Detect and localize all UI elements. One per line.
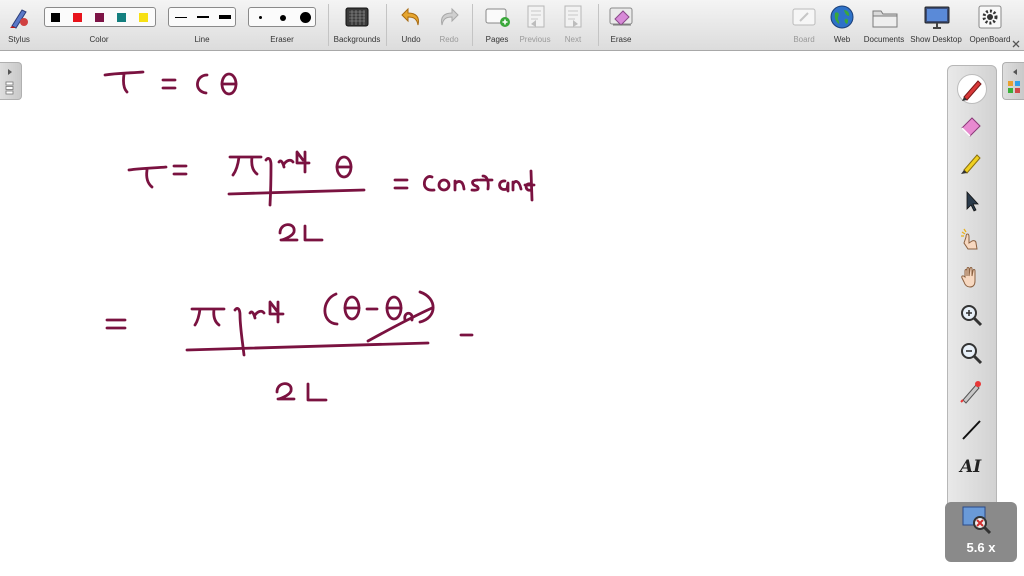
zoom-out-icon xyxy=(961,343,983,365)
zoom-in-icon xyxy=(961,305,983,327)
collapse-arrow-icon xyxy=(1013,69,1017,75)
laser-pointer-tool[interactable] xyxy=(957,377,987,407)
backgrounds-label: Backgrounds xyxy=(333,35,381,44)
main-toolbar: Stylus Color Line Eraser Backgrounds Und… xyxy=(0,0,1024,51)
erase-label: Erase xyxy=(610,35,632,44)
undo-icon xyxy=(401,7,419,26)
play-icon xyxy=(961,228,978,250)
folder-icon xyxy=(872,10,898,28)
line-medium[interactable] xyxy=(197,16,209,18)
capture-icon xyxy=(962,506,992,535)
eraser-size-box xyxy=(248,7,316,27)
zoom-level: 5.6 x xyxy=(966,540,996,555)
line-label: Line xyxy=(194,35,210,44)
color-swatch-red[interactable] xyxy=(73,13,82,22)
library-icon xyxy=(1008,81,1020,93)
show-desktop-label: Show Desktop xyxy=(910,35,962,44)
line-icon xyxy=(962,420,981,440)
play-tool[interactable] xyxy=(957,225,987,255)
redo-icon xyxy=(441,7,459,26)
selector-tool[interactable] xyxy=(957,187,987,217)
hand-tool[interactable] xyxy=(957,263,987,293)
globe-icon xyxy=(830,5,854,29)
undo-button[interactable]: Undo xyxy=(396,0,426,51)
pen-icon xyxy=(962,80,982,101)
stylus-button[interactable]: Stylus xyxy=(2,0,36,51)
monitor-icon xyxy=(924,6,950,29)
line-thin[interactable] xyxy=(175,17,187,18)
zoom-in-tool[interactable] xyxy=(957,301,987,331)
board-icon xyxy=(792,8,816,26)
pages-button[interactable]: Pages xyxy=(480,0,514,51)
eraser-small[interactable] xyxy=(259,16,262,19)
text-icon: AI xyxy=(960,457,982,477)
board-mode-button[interactable]: Board xyxy=(786,0,822,51)
eraser-size-selector[interactable]: Eraser xyxy=(248,0,316,51)
eraser-large[interactable] xyxy=(300,12,311,23)
hand-icon xyxy=(961,267,976,288)
zoom-indicator: 5.6 x xyxy=(945,502,1017,562)
left-panel-toggle[interactable] xyxy=(0,62,22,100)
marker-tool[interactable] xyxy=(957,149,987,179)
color-swatch-maroon[interactable] xyxy=(95,13,104,22)
color-swatch-box xyxy=(44,7,156,27)
color-swatch-yellow[interactable] xyxy=(139,13,148,22)
erase-button[interactable]: Erase xyxy=(604,0,638,51)
redo-button[interactable]: Redo xyxy=(434,0,464,51)
gear-icon xyxy=(978,5,1002,29)
backgrounds-icon xyxy=(345,7,369,27)
zoom-out-tool[interactable] xyxy=(957,339,987,369)
selector-icon xyxy=(966,190,979,212)
marker-icon xyxy=(961,154,981,174)
line-width-selector[interactable]: Line xyxy=(168,0,236,51)
documents-label: Documents xyxy=(863,35,905,44)
line-tool[interactable] xyxy=(957,415,987,445)
pen-tool[interactable] xyxy=(957,74,987,104)
color-selector[interactable]: Color xyxy=(44,0,156,51)
color-label: Color xyxy=(89,35,109,44)
stylus-label: Stylus xyxy=(8,35,30,44)
pages-label: Pages xyxy=(485,35,509,44)
right-panel-toggle[interactable] xyxy=(1002,62,1024,100)
eraser-medium[interactable] xyxy=(280,15,286,21)
previous-label: Previous xyxy=(519,35,551,44)
documents-mode-button[interactable]: Documents xyxy=(864,0,904,51)
eraser-tool[interactable] xyxy=(957,111,987,141)
openboard-label: OpenBoard xyxy=(969,35,1011,44)
line-thick[interactable] xyxy=(219,15,231,19)
backgrounds-button[interactable]: Backgrounds xyxy=(332,0,382,51)
previous-page-button[interactable]: Previous xyxy=(518,0,552,51)
erase-board-icon xyxy=(609,7,633,26)
close-window-icon[interactable] xyxy=(1012,40,1020,48)
toolbar-separator xyxy=(328,4,329,46)
previous-page-icon xyxy=(527,5,545,28)
text-tool[interactable]: AI xyxy=(957,453,987,483)
color-swatch-teal[interactable] xyxy=(117,13,126,22)
add-page-icon xyxy=(485,8,510,27)
eraser-icon xyxy=(961,117,981,137)
board-label: Board xyxy=(793,35,815,44)
page-thumbnails-icon xyxy=(5,81,14,95)
expand-arrow-icon xyxy=(8,69,12,75)
line-width-box xyxy=(168,7,236,27)
toolbar-separator xyxy=(598,4,599,46)
web-mode-button[interactable]: Web xyxy=(826,0,858,51)
redo-label: Redo xyxy=(439,35,459,44)
web-label: Web xyxy=(833,35,851,44)
stylus-icon xyxy=(10,9,28,29)
openboard-menu-button[interactable]: OpenBoard xyxy=(966,0,1014,51)
tool-palette: AI xyxy=(947,65,997,560)
undo-label: Undo xyxy=(401,35,421,44)
toolbar-separator xyxy=(472,4,473,46)
next-page-icon xyxy=(564,5,582,28)
eraser-label: Eraser xyxy=(270,35,294,44)
laser-pointer-icon xyxy=(960,381,981,404)
color-swatch-black[interactable] xyxy=(51,13,60,22)
ink-strokes xyxy=(103,70,536,402)
toolbar-separator xyxy=(386,4,387,46)
next-label: Next xyxy=(564,35,582,44)
show-desktop-button[interactable]: Show Desktop xyxy=(908,0,964,51)
next-page-button[interactable]: Next xyxy=(556,0,590,51)
handwritten-equations xyxy=(103,70,536,402)
